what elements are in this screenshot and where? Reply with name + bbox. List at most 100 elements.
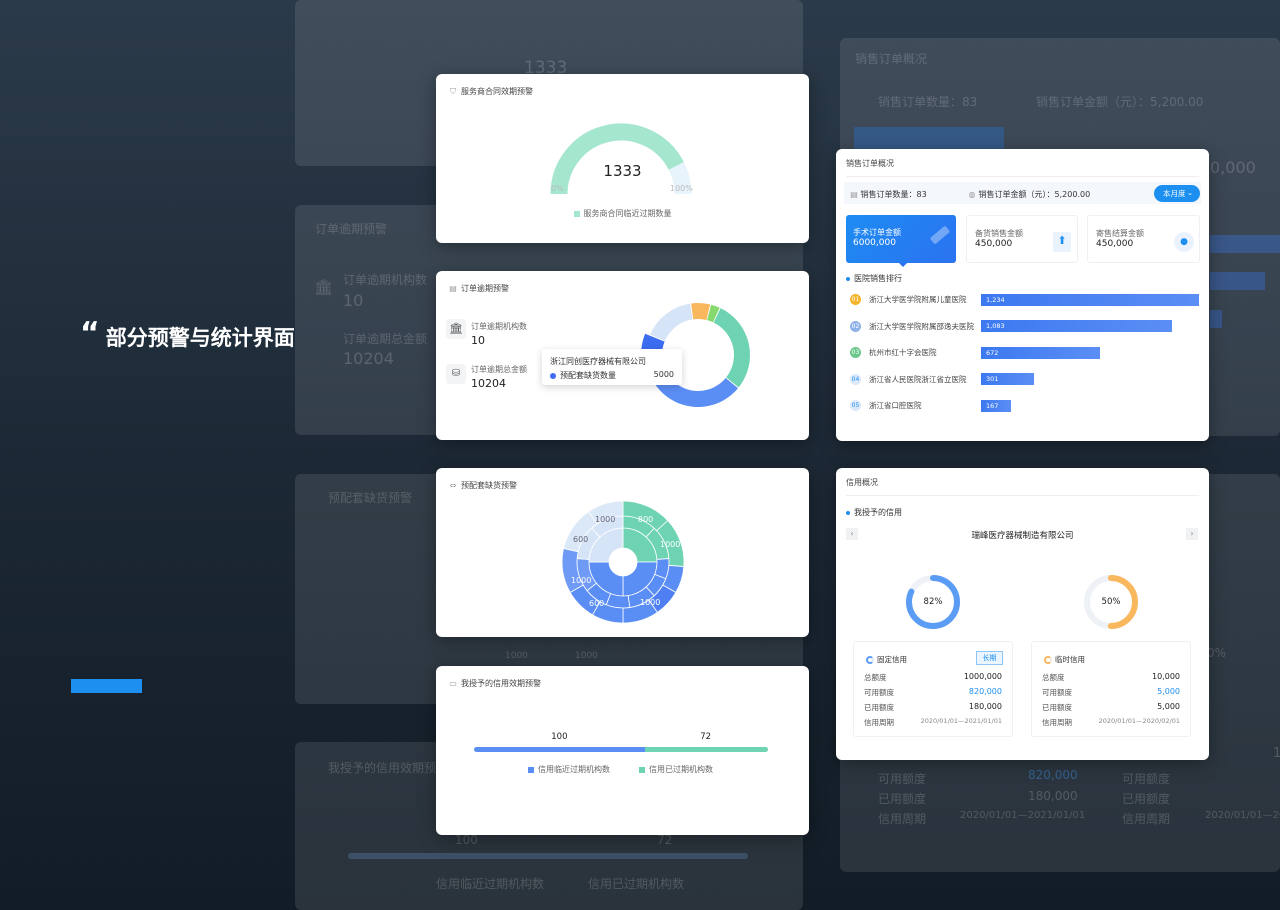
row-value: 5,000 [1157,687,1180,696]
hospital-name: 浙江大学医学院附属邵逸夫医院 [869,321,974,331]
stat-value: 450,000 [975,239,1013,249]
calendar-icon: ▭ [449,678,457,688]
stat-value: 6000,000 [853,238,896,248]
card-title: ⇔ 预配套缺货预警 [449,480,517,491]
credit-near-segment [474,747,645,752]
credit-overview-card: 信用概况 我授予的信用 ‹ 瑞峰医疗器械制造有限公司 › 82% 50% 固定信… [836,468,1209,760]
next-arrow-button[interactable]: › [1186,528,1198,540]
sales-count-value: 83 [916,190,927,199]
card-title: ⛉ 服务商合同效期预警 [449,86,533,97]
row-label: 总额度 [1042,673,1065,682]
row-label: 信用周期 [1042,718,1072,727]
quote-mark: “ [80,316,100,351]
stat-stock[interactable]: 备货销售金额 450,000 ⬆ [966,215,1078,263]
link-icon: ⇔ [449,480,457,490]
divider [846,176,1199,177]
overdue-amount-label: 订单逾期总金额 [471,365,527,374]
card-title-text: 服务商合同效期预警 [461,87,533,96]
ghost-bank-icon: 🏛 [314,278,334,296]
legend-swatch [639,766,645,773]
credit-company-name: 瑞峰医疗器械制造有限公司 [971,531,1074,541]
sunburst-label-6: 600 [589,599,605,608]
period-select-value: 本月度 [1163,189,1186,198]
ranking-bar[interactable]: 167 [981,399,1011,412]
gauge-legend: 服务商合同临近过期数量 [436,208,809,219]
ghost-period-2: 信用周期 [1122,812,1171,826]
ranking-row[interactable]: 01 浙江大学医学院附属儿童医院 [850,294,967,305]
ghost-avail-2: 可用额度 [1122,772,1171,786]
ghost-bar [348,853,748,859]
sales-amount: ◍ 销售订单金额（元）：5,200.00 [968,189,1091,200]
stat-label: 寄售结算金额 [1096,229,1144,238]
sales-overview-card: 销售订单概况 ▤ 销售订单数量：83 ◍ 销售订单金额（元）：5,200.00 … [836,149,1209,441]
temp-period-row: 信用周期 2020/01/01—2020/02/01 [1042,717,1180,728]
stat-label: 备货销售金额 [975,229,1023,238]
stat-pointer [899,263,907,267]
stat-consign[interactable]: 寄售结算金额 450,000 ● [1087,215,1200,263]
tooltip-value: 5000 [653,370,674,379]
row-value: 1000,000 [963,672,1002,681]
ranking-bar[interactable]: 301 [981,373,1035,385]
temp-credit-pct: 50% [1101,597,1121,607]
ranking-row[interactable]: 05 浙江省口腔医院 [850,400,922,411]
ranking-bar[interactable]: 1,083 [981,320,1173,332]
donut-segment[interactable] [691,303,711,320]
temp-avail-row: 可用额度 5,000 [1042,687,1180,698]
ghost-sales-count: 销售订单数量：83 [878,95,978,109]
row-value: 820,000 [968,687,1002,696]
gauge-value: 1333 [603,162,642,180]
bullet-dot [846,276,850,281]
credit-near-value: 100 [551,732,568,742]
ranking-row[interactable]: 02 浙江大学医学院附属邵逸夫医院 [850,320,974,332]
card-title: ▭ 我授予的信用效期预警 [449,678,541,689]
sunburst-label-4: 600 [573,535,589,544]
headline-text: 部分预警与统计界面 [105,326,295,350]
fixed-used-row: 已用额度 180,000 [864,702,1002,713]
legend-text: 信用临近过期机构数 [538,765,610,774]
accent-bar [71,679,142,693]
row-value: 180,000 [968,702,1002,711]
fixed-avail-row: 可用额度 820,000 [864,687,1002,698]
ranking-row[interactable]: 03 杭州市红十字会医院 [850,347,937,358]
ghost-ring-pct: 0% [1207,646,1227,660]
tooltip-title: 浙江同创医疗器械有限公司 [550,357,646,366]
ghost-stock-label-b: 1000 [575,651,598,661]
legend-swatch [573,210,580,217]
card-title: 销售订单概况 [846,159,894,168]
chevron-down-icon: ⌄ [1187,189,1193,197]
temp-total-row: 总额度 10,000 [1042,672,1180,683]
donut-segment[interactable] [650,303,693,341]
rank-badge-icon: 02 [850,320,861,332]
ranking-row[interactable]: 04 浙江省人民医院浙江省立医院 [850,373,967,385]
ghost-avail-val: 820,000 [1028,768,1078,782]
stat-surgery[interactable]: 手术订单金额 6000,000 [846,215,956,263]
hospital-name: 杭州市红十字会医院 [869,348,937,357]
temp-credit-box: 临时信用 总额度 10,000 可用额度 5,000 已用额度 5,000 信用周期 2… [1031,641,1191,737]
ranking-bar[interactable]: 672 [981,346,1100,359]
legend-swatch [528,766,534,773]
pen-icon [929,225,951,245]
long-term-badge: 长期 [976,651,1003,665]
coin-icon: ◍ [968,190,976,199]
credit-split-bar [474,747,768,752]
temp-used-row: 已用额度 5,000 [1042,702,1180,713]
card-title-text: 订单逾期预警 [461,284,509,293]
row-label: 可用额度 [1042,688,1072,697]
period-select[interactable]: 本月度 ⌄ [1154,185,1200,202]
donut-segment[interactable] [713,308,750,388]
row-value: 5,000 [1157,702,1180,711]
ranking-title-text: 医院销售排行 [854,274,902,283]
ghost-sales-amount: 销售订单金额（元）：5,200.00 [1036,95,1204,109]
tooltip-row: 预配套缺货数量 [550,370,616,381]
temp-credit-title: 临时信用 [1044,654,1085,665]
gauge-min: 0% [551,184,564,193]
ranking-bar[interactable]: 1,234 [981,293,1199,306]
row-label: 信用周期 [864,718,894,727]
contract-expiry-card: ⛉ 服务商合同效期预警 1333 0% 100% 服务商合同临近过期数量 [436,74,809,243]
ghost-rank-bar-3 [1210,310,1222,328]
card-title-text: 预配套缺货预警 [461,481,517,490]
rank-badge-icon: 01 [850,294,861,305]
card-title-text: 我授予的信用效期预警 [461,679,541,688]
fixed-credit-title: 固定信用 [866,654,907,665]
fixed-credit-title-text: 固定信用 [877,655,907,664]
